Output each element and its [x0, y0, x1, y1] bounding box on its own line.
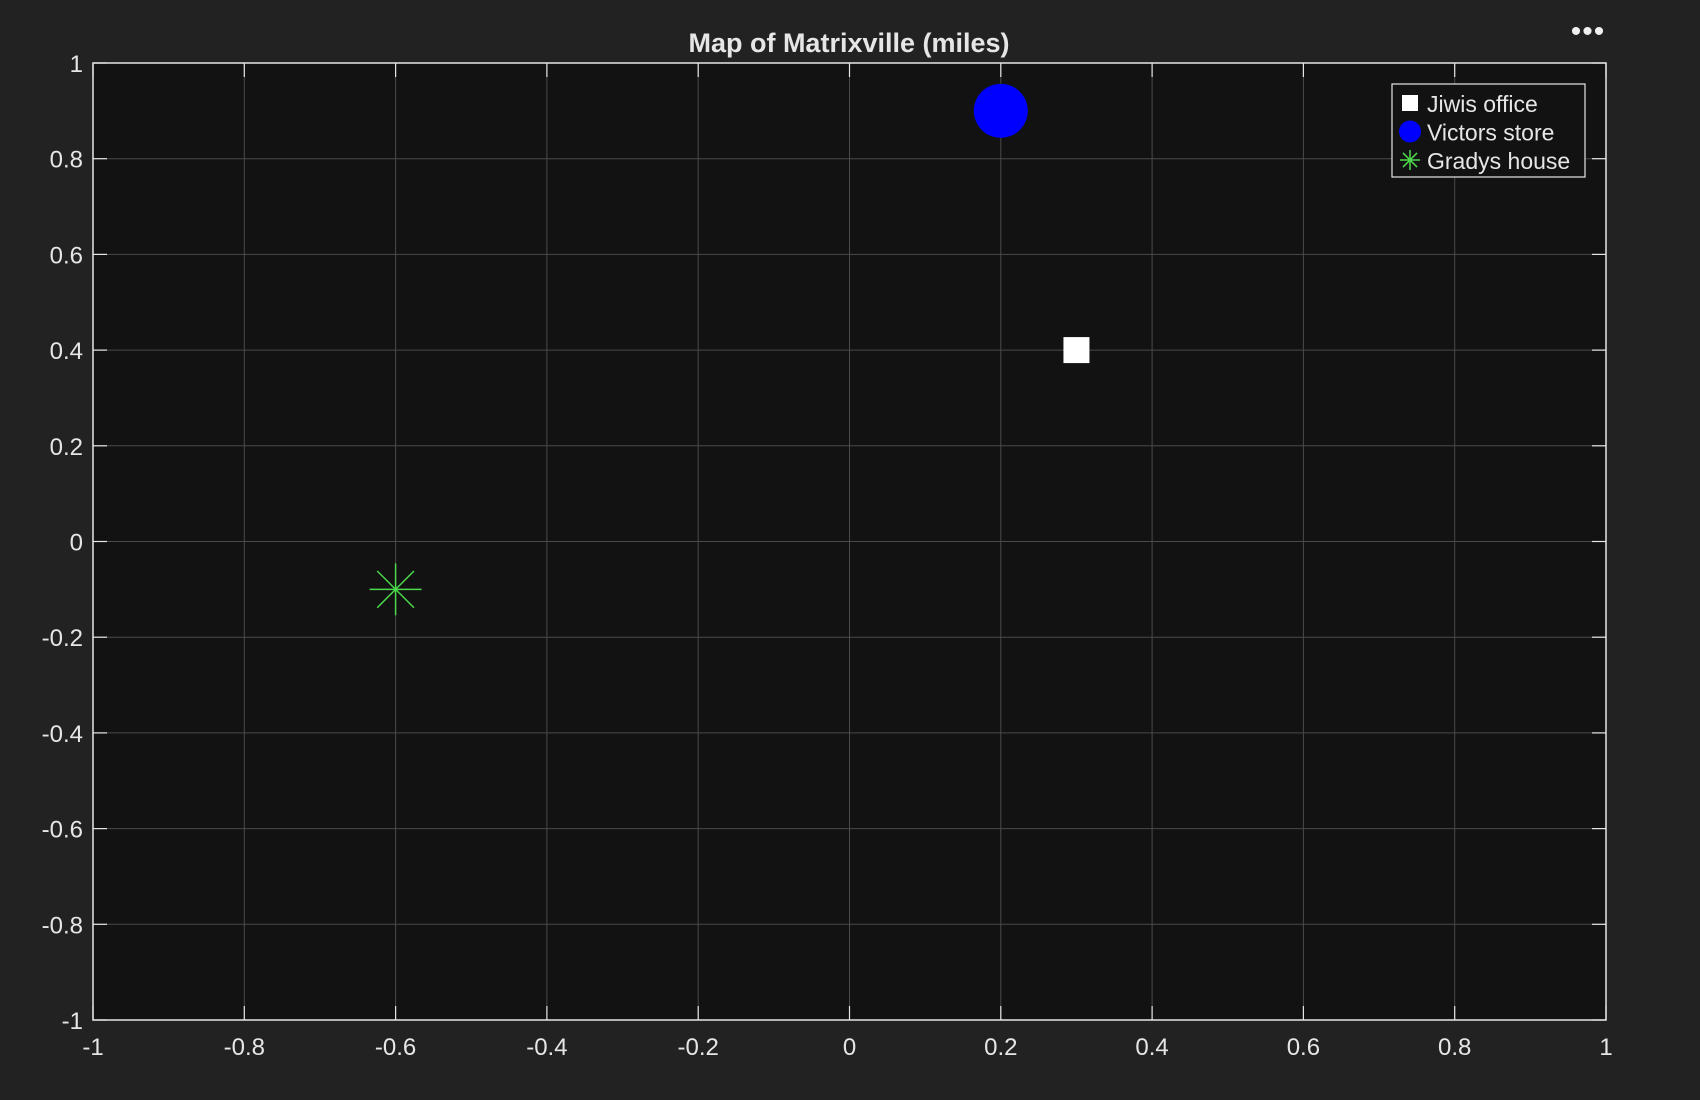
legend-marker-gradys-house [1400, 150, 1420, 170]
y-tick-label: -0.4 [42, 721, 83, 748]
axes-toolbar-more-icon[interactable]: ••• [1568, 17, 1608, 52]
legend-marker-jiwis-office [1402, 95, 1418, 111]
legend-label-gradys-house: Gradys house [1427, 148, 1570, 174]
legend[interactable]: Jiwis office Victors storeGradys house [1391, 83, 1586, 178]
y-tick-label: -0.8 [42, 912, 83, 939]
legend-marker-victors-store [1399, 120, 1421, 143]
y-tick-label: 0 [70, 530, 83, 557]
y-tick-label: -1 [62, 1008, 83, 1035]
x-tick-label: 1 [1599, 1034, 1612, 1061]
x-tick-label: -0.4 [526, 1034, 567, 1061]
y-tick-label: 0.6 [50, 242, 83, 269]
x-tick-label: 0.8 [1438, 1034, 1471, 1061]
y-tick-label: -0.2 [42, 625, 83, 652]
x-tick-label: -0.2 [678, 1034, 719, 1061]
x-tick-label: -1 [82, 1034, 103, 1061]
y-tick-label: 0.2 [50, 434, 83, 461]
y-tick-label: 0.8 [50, 147, 83, 174]
x-tick-labels: -1 -0.8 -0.6 -0.4 -0.2 0 0.2 0.4 0.6 0.8 1 [82, 1034, 1612, 1061]
legend-label-victors-store: Victors store [1427, 120, 1554, 146]
x-tick-label: 0.2 [984, 1034, 1017, 1061]
scatter-chart: -1 -0.8 -0.6 -0.4 -0.2 0 0.2 0.4 0.6 0.8 1 -1-0.8-… [42, 28, 1613, 1061]
marker-victors-store [973, 83, 1028, 138]
x-tick-label: 0 [843, 1034, 856, 1061]
figure-window: -1 -0.8 -0.6 -0.4 -0.2 0 0.2 0.4 0.6 0.8 1 -1 -0.8-… [0, 0, 1700, 1100]
y-tick-label: -0.6 [42, 817, 83, 844]
marker-jiwis-office [1063, 337, 1090, 364]
x-tick-label: -0.6 [375, 1034, 416, 1061]
marker-gradys-house [369, 563, 422, 616]
x-tick-label: 0.6 [1287, 1034, 1320, 1061]
y-tick-label: 0.4 [50, 338, 83, 365]
y-tick-label: 1 [70, 51, 83, 78]
chart-title: Map of Matrixville (miles) [688, 28, 1009, 58]
legend-label-jiwis-office: Jiwis office [1427, 91, 1538, 117]
x-tick-label: -0.8 [224, 1034, 265, 1061]
y-tick-labels: -1 -0.8 -0.6 -0.4 -0.2 0 0.2 0.4 0.6 0.8 1 [42, 51, 83, 1035]
x-tick-label: 0.4 [1135, 1034, 1168, 1061]
